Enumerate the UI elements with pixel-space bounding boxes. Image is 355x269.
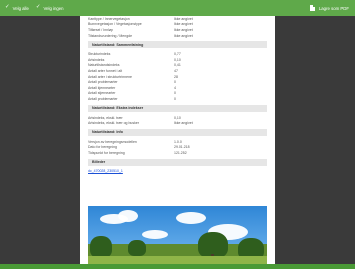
row-key: Strukturindeks [88, 52, 111, 57]
table-row: Bunnvegetasjon / Vegetasjonstype Ikke an… [88, 22, 267, 28]
cloud-shape [118, 210, 138, 222]
table-row: Antall problemarter 0 [88, 96, 267, 102]
document-icon [309, 5, 315, 11]
checkmark-icon: ✓ [5, 4, 10, 11]
deselect-all-label: Velg ingen [43, 5, 64, 11]
table-row: Tilstandsvurdering / Mengde Ikke angivet [88, 33, 267, 39]
table-row: Artsindeks, ekskl. trær 0,10 [88, 115, 267, 121]
row-value: Ikke angivet [174, 16, 193, 21]
row-key: Tilstandsvurdering / Mengde [88, 33, 133, 38]
section-header-natur-info: Naturtilstand: Info [88, 128, 267, 136]
row-value: Ikke angivet [174, 27, 193, 32]
row-key: Antall kjennearter [88, 85, 116, 90]
row-key: Artsindeks, ekskl. trær og busker [88, 121, 139, 126]
row-value: 121.252 [174, 150, 187, 155]
row-value: 1.0.0 [174, 139, 182, 144]
row-value: 0,10 [174, 57, 181, 62]
table-row: Antall problemarter 0 [88, 79, 267, 85]
row-key: Kanttype / Innervegetasjon [88, 16, 130, 21]
deselect-all-button[interactable]: ✓ Velg ingen [36, 5, 64, 11]
row-key: Antall arter funnet i alt [88, 68, 123, 73]
row-value: Ikke angivet [174, 33, 193, 38]
site-photo [88, 206, 267, 264]
cloud-shape [142, 230, 168, 239]
row-key: Bunnvegetasjon / Vegetasjonstype [88, 22, 142, 27]
table-row: Kanttype / Innervegetasjon Ikke angivet [88, 16, 267, 22]
save-pdf-button[interactable]: Lagre som PDF [309, 5, 349, 11]
bottom-bar [0, 264, 355, 269]
row-value: 0,41 [174, 63, 181, 68]
row-key: Naturtilstandsindeks [88, 63, 120, 68]
report-page: Kanttype / Innervegetasjon Ikke angivet … [80, 16, 275, 264]
table-row: Naturtilstandsindeks 0,41 [88, 63, 267, 69]
row-key: Artsindeks [88, 57, 105, 62]
row-key: Versjon av beregningsmodellen [88, 139, 137, 144]
natur-calc-rows: Artsindeks, ekskl. trær 0,10 Artsindeks, … [88, 115, 267, 126]
tree-shape [128, 240, 146, 256]
row-key: Antall stjernearter [88, 91, 116, 96]
natur-info-rows: Versjon av beregningsmodellen 1.0.0 Dato … [88, 139, 267, 156]
row-value: 47 [174, 68, 178, 73]
table-row: Artsindeks, ekskl. trær og busker Ikke an… [88, 120, 267, 126]
table-row: Artsindeks 0,10 [88, 57, 267, 63]
section-header-photos: Billeder [88, 158, 267, 166]
save-pdf-label: Lagre som PDF [318, 5, 349, 11]
table-row: Antall stjernearter 0 [88, 91, 267, 97]
table-row: Strukturindeks 0,77 [88, 51, 267, 57]
row-value: 0 [174, 80, 176, 85]
top-rows: Kanttype / Innervegetasjon Ikke angivet … [88, 16, 267, 38]
photo-link[interactable]: dc_470028_230510_1 [88, 169, 267, 174]
select-all-button[interactable]: ✓ Velg alle [5, 5, 29, 11]
table-row: Tidspunkt for beregning 121.252 [88, 150, 267, 156]
cloud-shape [176, 212, 206, 224]
toolbar: ✓ Velg alle ✓ Velg ingen Lagre som PDF [0, 0, 355, 16]
row-key: Tidspunkt for beregning [88, 150, 125, 155]
table-row: Antall kjennearter 4 [88, 85, 267, 91]
report-content: Kanttype / Innervegetasjon Ikke angivet … [88, 16, 267, 174]
row-key: Dato for beregning [88, 145, 117, 150]
row-value: 0,10 [174, 115, 181, 120]
row-key: Tilførsel / Innløp [88, 27, 113, 32]
row-value: 4 [174, 85, 176, 90]
row-key: Antall problemarter [88, 96, 118, 101]
row-value: Ikke angivet [174, 121, 193, 126]
table-row: Versjon av beregningsmodellen 1.0.0 [88, 139, 267, 145]
row-key: Antall problemarter [88, 80, 118, 85]
table-row: Antall arter i strukturtrinnene 28 [88, 74, 267, 80]
table-row: Antall arter funnet i alt 47 [88, 68, 267, 74]
row-value: 0 [174, 96, 176, 101]
row-value: 0,77 [174, 52, 181, 57]
row-value: 0 [174, 91, 176, 96]
checkmark-outline-icon: ✓ [35, 4, 41, 11]
row-value: 28 [174, 74, 178, 79]
section-header-natur-detail: Naturtilstand: Sammenfatning [88, 41, 267, 49]
row-value: Ikke angivet [174, 22, 193, 27]
select-all-label: Velg alle [12, 5, 29, 11]
natur-detail-rows: Strukturindeks 0,77 Artsindeks 0,10 Naturt… [88, 51, 267, 101]
tree-shape [90, 236, 112, 258]
row-value: 29.01.218 [174, 145, 190, 150]
row-key: Artsindeks, ekskl. trær [88, 115, 123, 120]
row-key: Antall arter i strukturtrinnene [88, 74, 132, 79]
meadow-shape [88, 256, 267, 264]
section-header-natur-calc: Naturtilstand: Ekstra indekser [88, 104, 267, 112]
table-row: Tilførsel / Innløp Ikke angivet [88, 27, 267, 33]
table-row: Dato for beregning 29.01.218 [88, 145, 267, 151]
